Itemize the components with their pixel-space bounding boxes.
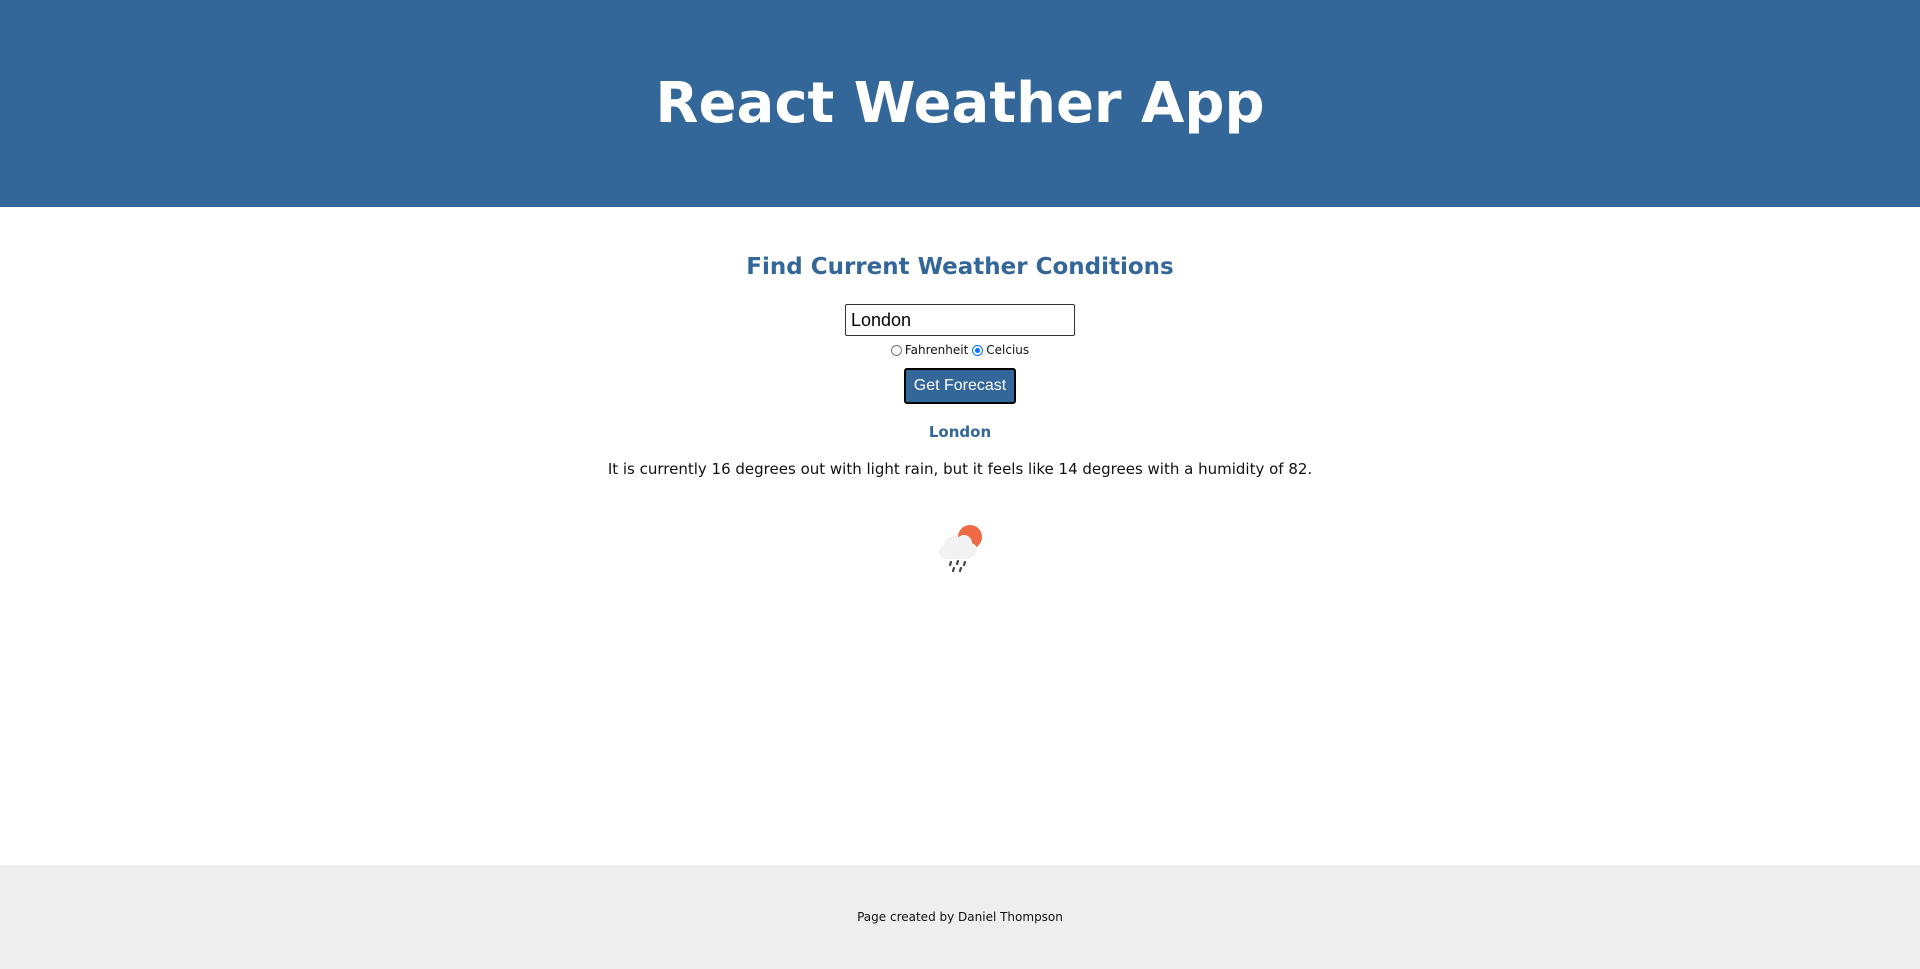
fahrenheit-radio[interactable] — [890, 344, 902, 356]
celcius-radio[interactable] — [972, 344, 984, 356]
result-city: London — [928, 423, 992, 441]
city-input[interactable] — [845, 304, 1075, 336]
fahrenheit-label: Fahrenheit — [904, 343, 969, 357]
unit-selector: Fahrenheit Celcius — [0, 343, 1920, 357]
main-content: Find Current Weather Conditions Fahrenhe… — [0, 207, 1920, 865]
celcius-label: Celcius — [986, 343, 1030, 357]
app-header: React Weather App — [0, 0, 1920, 207]
page-footer: Page created by Daniel Thompson — [0, 865, 1920, 969]
weather-description: It is currently 16 degrees out with ligh… — [607, 460, 1313, 478]
light-rain-partly-sunny-icon — [939, 525, 982, 573]
footer-credit: Page created by Daniel Thompson — [857, 910, 1063, 924]
fahrenheit-option[interactable]: Fahrenheit — [890, 343, 969, 357]
app-title: React Weather App — [655, 71, 1265, 136]
celcius-option[interactable]: Celcius — [972, 343, 1029, 357]
search-heading: Find Current Weather Conditions — [746, 254, 1174, 280]
rain-drops — [948, 559, 967, 573]
get-forecast-button[interactable]: Get Forecast — [904, 368, 1016, 404]
